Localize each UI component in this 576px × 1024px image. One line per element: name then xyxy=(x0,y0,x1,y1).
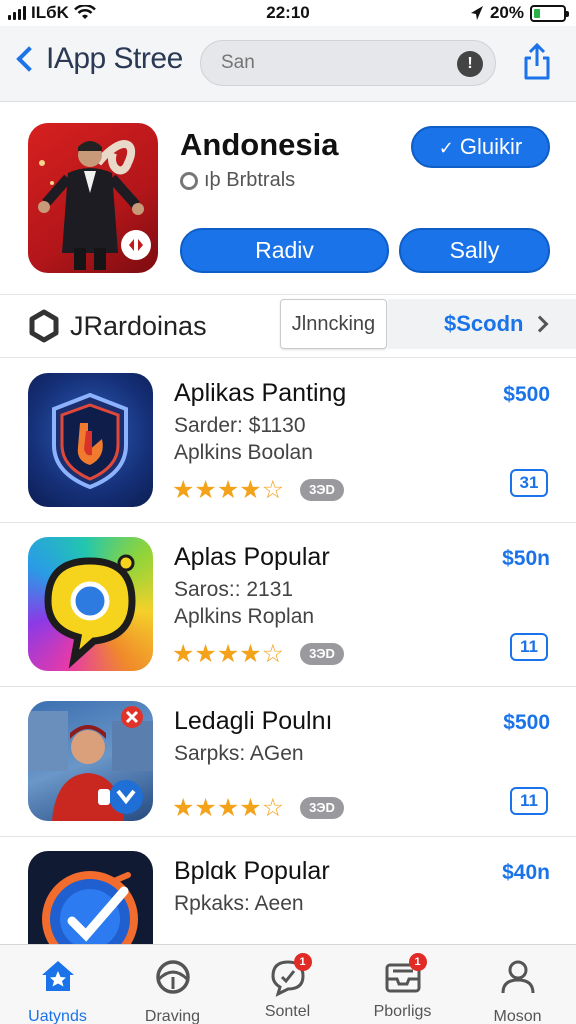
featured-developer-label: ıþ Brbtrals xyxy=(204,169,296,191)
app-name: Ledagli Poulnı xyxy=(174,707,333,735)
app-meta: Sarpks: AGen xyxy=(174,742,304,765)
nav-title: IApp Stree xyxy=(46,42,183,75)
app-price[interactable]: $50n xyxy=(502,547,550,571)
rating-count-badge: 3ЭD xyxy=(300,643,344,665)
clock-icon xyxy=(155,960,190,994)
person-photo-icon xyxy=(28,706,153,821)
battery-fill xyxy=(534,8,540,18)
featured-left-button[interactable]: Radiv xyxy=(180,228,389,273)
battery-percent: 20% xyxy=(489,3,524,22)
section-title-label: JRardoinas xyxy=(70,310,207,341)
tab-drawing[interactable]: Draving xyxy=(115,951,230,1024)
tab-label: Uatynds xyxy=(28,1008,87,1024)
app-count-button[interactable]: 11 xyxy=(510,633,548,661)
tab-social[interactable]: 1 Sontel xyxy=(230,951,345,1024)
chevron-left-icon xyxy=(16,46,42,72)
status-right: 20% xyxy=(470,3,569,23)
tab-label: Draving xyxy=(144,1008,201,1024)
featured-primary-button[interactable]: ✓ Gluikir xyxy=(411,126,550,168)
section-header: JRardoinas Jlnncking $Scodn xyxy=(0,294,576,358)
search-bar[interactable]: ! xyxy=(200,40,496,86)
app-count-button[interactable]: 11 xyxy=(510,787,548,815)
star-home-icon xyxy=(41,961,74,991)
info-icon[interactable]: ! xyxy=(457,51,483,77)
star-rating: ★★★★☆ xyxy=(172,640,285,668)
navigation-bar: IApp Stree ! xyxy=(0,26,576,102)
tab-account[interactable]: Moson xyxy=(460,951,575,1024)
tab-label: Pborligs xyxy=(373,1003,432,1020)
app-price[interactable]: $500 xyxy=(503,383,550,407)
app-price[interactable]: $500 xyxy=(503,711,550,735)
tab-label: Sontel xyxy=(264,1003,311,1020)
app-name: Aplikas Panting xyxy=(174,379,347,407)
tab-bar: Uatynds Draving 1 Sontel 1 Pborligs Moso… xyxy=(0,944,576,1024)
app-count-button[interactable]: 31 xyxy=(510,469,548,497)
segment-second[interactable]: $Scodn xyxy=(388,299,576,349)
location-arrow-icon xyxy=(470,6,483,20)
app-meta: Saros:: 2131 xyxy=(174,578,294,601)
person-icon xyxy=(501,960,534,994)
featured-app-icon[interactable] xyxy=(28,123,158,273)
app-meta: Rpkaks: Aeen xyxy=(174,892,304,915)
tab-label: Moson xyxy=(493,1008,542,1024)
back-button[interactable]: IApp Stree xyxy=(14,42,183,76)
chat-bubble-app-icon xyxy=(44,554,136,669)
list-item[interactable]: Aplas Popular Saros:: 2131 Aplkins Ropla… xyxy=(0,523,576,687)
star-rating: ★★★★☆ xyxy=(172,794,285,822)
notification-badge: 1 xyxy=(408,953,427,971)
app-icon xyxy=(28,537,153,671)
status-bar: ILбK 22:10 20% xyxy=(0,0,576,26)
list-item[interactable]: Bplɑk Popular Rpkaks: Aeen $40n xyxy=(0,837,576,985)
app-name: Aplas Popular xyxy=(174,543,330,571)
app-name: Bplɑk Popular xyxy=(174,857,330,885)
shield-emblem-icon xyxy=(52,392,128,490)
app-category: Aplkins Boolan xyxy=(174,441,313,464)
list-item[interactable]: Aplikas Panting Sarder: $1130 Aplkins Bo… xyxy=(0,359,576,523)
rating-count-badge: 3ЭD xyxy=(300,479,344,501)
presenter-illustration xyxy=(38,140,151,270)
featured-app-subtitle: ıþ Brbtrals xyxy=(180,169,295,192)
featured-primary-label: Gluikir xyxy=(459,134,523,159)
featured-app: Andonesia ıþ Brbtrals ✓ Gluikir Radiv Sal… xyxy=(0,103,576,293)
tray-icon: 1 xyxy=(383,953,427,997)
segment-ranking[interactable]: Jlnncking xyxy=(280,299,387,349)
app-icon xyxy=(28,701,153,821)
chevron-right-icon xyxy=(531,315,549,333)
tab-profiles[interactable]: 1 Pborligs xyxy=(345,951,460,1024)
section-title: JRardoinas xyxy=(28,309,207,343)
rating-count-badge: 3ЭD xyxy=(300,797,344,819)
check-icon: ✓ xyxy=(438,138,454,158)
battery-icon xyxy=(530,4,569,22)
featured-app-title: Andonesia xyxy=(180,127,339,162)
app-meta: Sarder: $1130 xyxy=(174,414,306,437)
share-icon[interactable] xyxy=(522,42,552,82)
app-icon xyxy=(28,373,153,507)
app-price[interactable]: $40n xyxy=(502,861,550,885)
segment-second-label: $Scodn xyxy=(444,311,524,336)
chat-bubble-icon: 1 xyxy=(268,953,312,997)
notification-badge: 1 xyxy=(293,953,312,971)
app-category: Aplkins Roplan xyxy=(174,605,315,628)
list-item[interactable]: Ledagli Poulnı Sarpks: AGen ★★★★☆ 3ЭD $5… xyxy=(0,687,576,837)
search-input[interactable] xyxy=(221,50,441,76)
tab-featured[interactable]: Uatynds xyxy=(0,951,115,1024)
hexagon-icon xyxy=(29,309,59,343)
developer-icon xyxy=(180,171,198,190)
star-rating: ★★★★☆ xyxy=(172,476,285,504)
featured-right-button[interactable]: Sally xyxy=(399,228,550,273)
